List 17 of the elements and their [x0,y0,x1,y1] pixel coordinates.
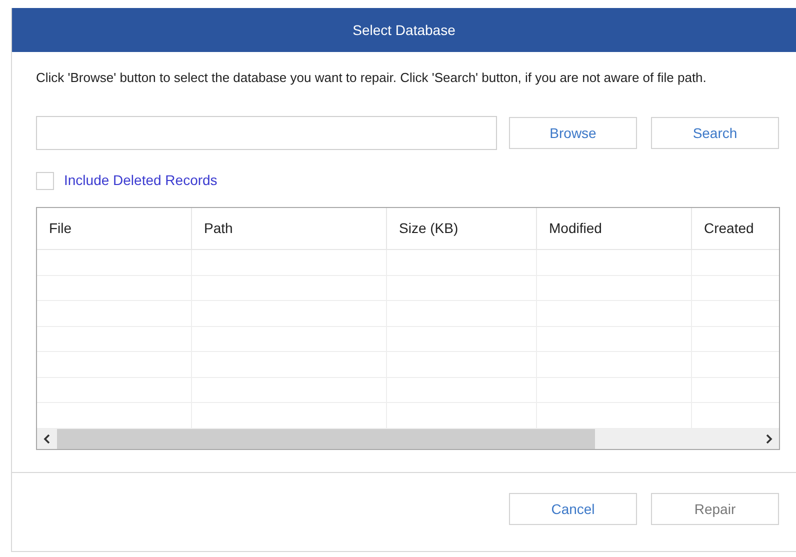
scrollbar-thumb[interactable] [57,429,595,449]
path-field[interactable] [36,116,497,150]
scroll-right-icon[interactable] [765,434,773,444]
scroll-left-icon[interactable] [43,434,51,444]
column-header[interactable]: File [49,218,72,239]
instruction-text: Click 'Browse' button to select the database you want to repair. Click 'Search' button, if you are not aware of file path. [36,69,708,86]
browse-button[interactable]: Browse [509,117,637,149]
checkbox-label: Include Deleted Records [64,171,218,190]
column-header[interactable]: Size (KB) [399,218,458,239]
column-header[interactable]: Path [204,218,233,239]
horizontal-scrollbar[interactable] [37,429,779,449]
cancel-button[interactable]: Cancel [509,493,637,525]
checkbox[interactable] [36,172,54,190]
column-header[interactable]: Created [704,218,754,239]
column-header[interactable]: Modified [549,218,602,239]
window-title: Select Database [352,20,456,40]
search-button[interactable]: Search [651,117,779,149]
